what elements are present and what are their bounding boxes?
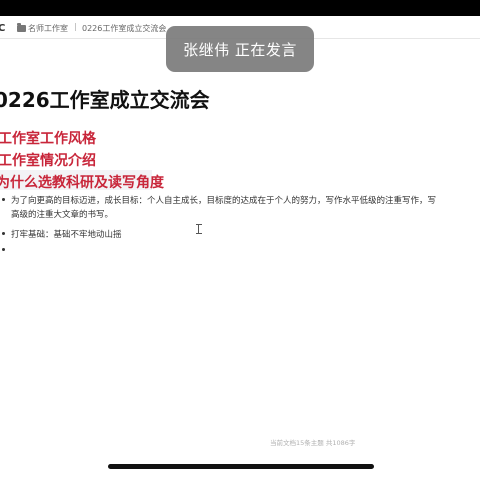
home-indicator[interactable]	[108, 464, 374, 469]
document-title: 0226工作室成立交流会	[0, 88, 210, 112]
bullet-dot	[2, 232, 5, 235]
bullet-dot	[2, 198, 5, 201]
text-cursor-icon	[196, 224, 202, 234]
breadcrumb-item-folder[interactable]: 名师工作室	[28, 23, 68, 34]
list-item-text: 打牢基础：基础不牢地动山摇	[11, 230, 122, 240]
speaker-toast: 张继伟 正在发言	[166, 26, 314, 72]
document-stats: 当前文档15条主题 共1086字	[270, 439, 356, 447]
list-item-text-continued: 高级的注重大文章的书写。	[11, 210, 114, 220]
heading-style: 工作室工作风格	[0, 131, 96, 147]
heading-why: 为什么选教科研及读写角度	[0, 175, 164, 191]
list-item-text: 为了向更高的目标迈进，成长目标：个人自主成长，目标度的达成在于个人的努力，写作水…	[11, 196, 437, 206]
folder-icon	[17, 23, 26, 32]
bullet-dot	[2, 248, 5, 251]
top-bar	[0, 0, 480, 16]
heading-intro: 工作室情况介绍	[0, 153, 96, 169]
back-button[interactable]: C	[0, 23, 5, 34]
breadcrumb-separator: |	[74, 22, 77, 31]
breadcrumb-item-document: 0226工作室成立交流会	[82, 24, 167, 33]
screen: C 名师工作室 | 0226工作室成立交流会 0226工作室成立交流会 工作室工…	[0, 0, 480, 480]
